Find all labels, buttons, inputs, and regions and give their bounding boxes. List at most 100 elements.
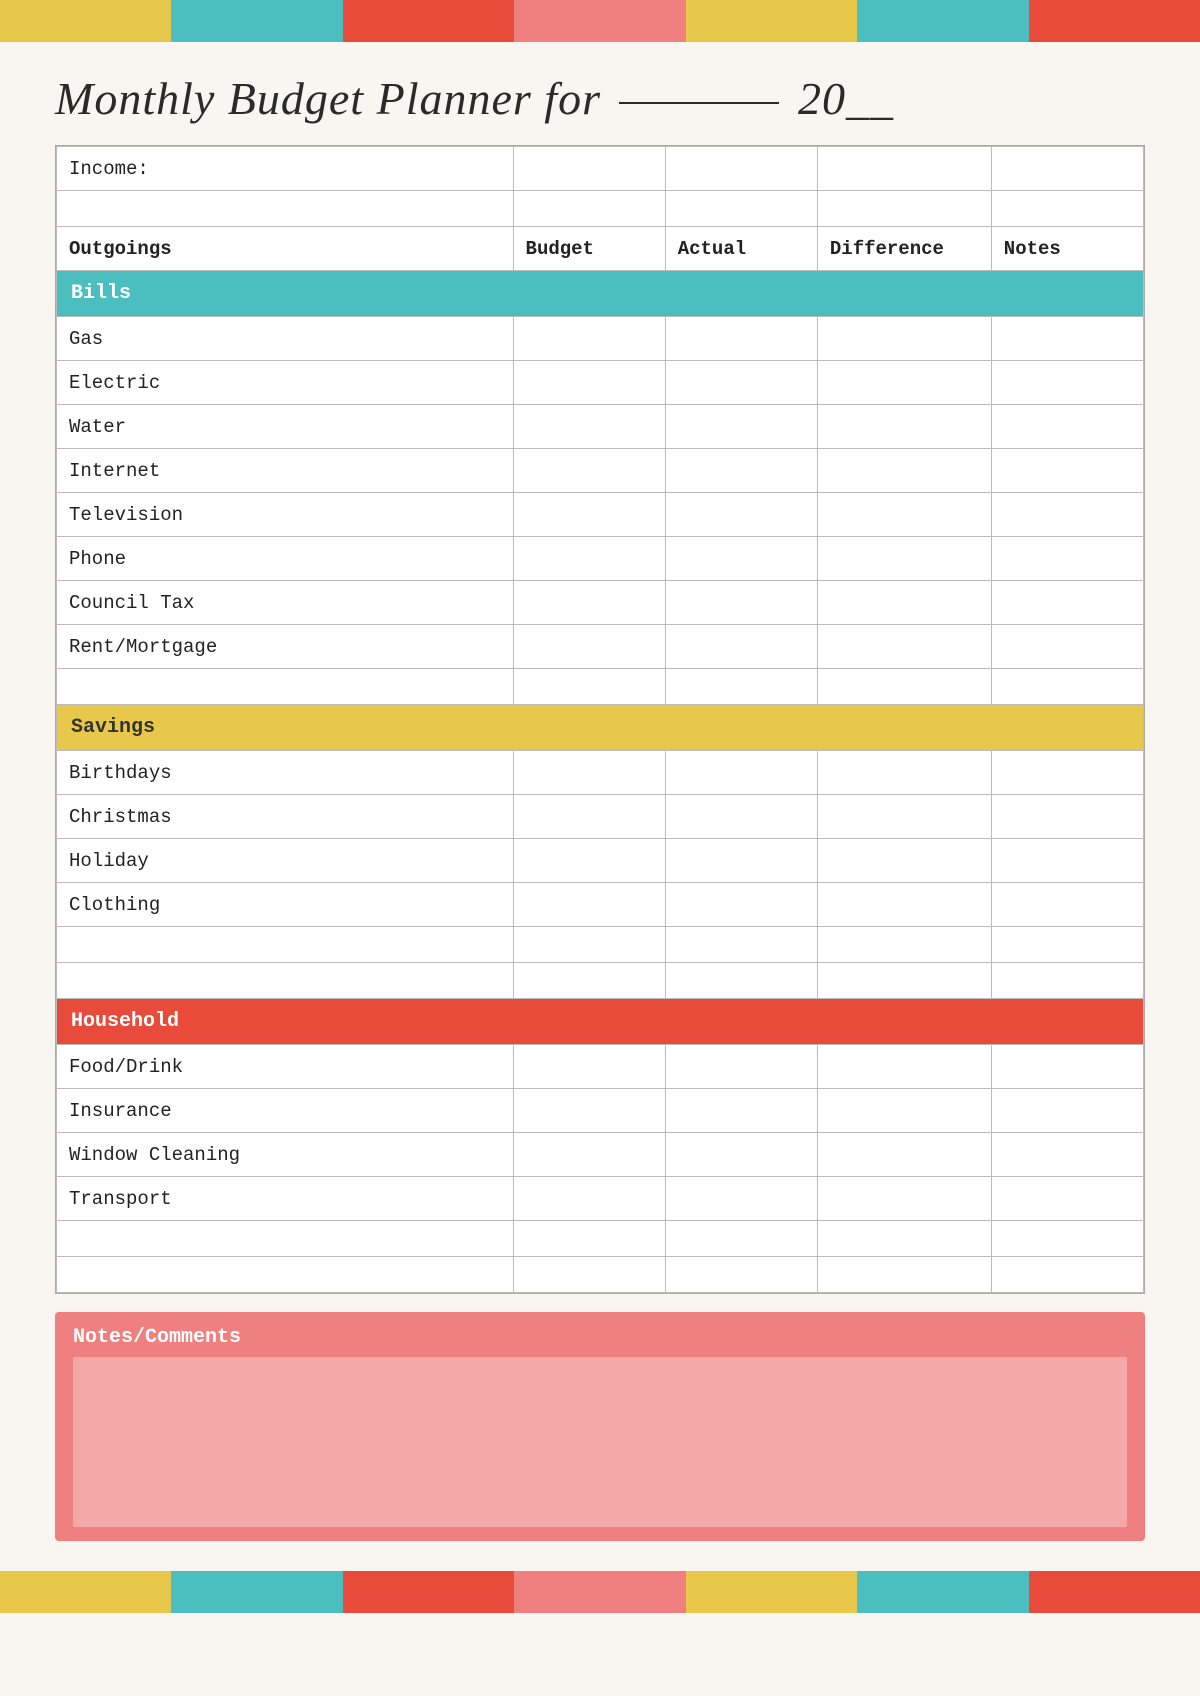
label-internet: Internet xyxy=(57,449,514,493)
transport-actual xyxy=(665,1177,817,1221)
holiday-budget xyxy=(513,839,665,883)
income-actual xyxy=(665,147,817,191)
food-diff xyxy=(817,1045,991,1089)
row-window-cleaning: Window Cleaning xyxy=(57,1133,1144,1177)
gas-diff xyxy=(817,317,991,361)
col-header-notes: Notes xyxy=(991,227,1143,271)
bottom-bar-block xyxy=(343,1571,514,1613)
row-holiday: Holiday xyxy=(57,839,1144,883)
gas-notes xyxy=(991,317,1143,361)
title-year: 20__ xyxy=(798,73,894,124)
label-food-drink: Food/Drink xyxy=(57,1045,514,1089)
birthdays-notes xyxy=(991,751,1143,795)
rent-diff xyxy=(817,625,991,669)
row-food-drink: Food/Drink xyxy=(57,1045,1144,1089)
holiday-actual xyxy=(665,839,817,883)
row-gas: Gas xyxy=(57,317,1144,361)
notes-section: Notes/Comments xyxy=(55,1312,1145,1541)
top-bar-block xyxy=(343,0,514,42)
tv-notes xyxy=(991,493,1143,537)
electric-notes xyxy=(991,361,1143,405)
top-bar-block xyxy=(686,0,857,42)
row-television: Television xyxy=(57,493,1144,537)
clothing-notes xyxy=(991,883,1143,927)
transport-diff xyxy=(817,1177,991,1221)
electric-actual xyxy=(665,361,817,405)
income-label: Income: xyxy=(57,147,514,191)
bills-label: Bills xyxy=(57,271,1144,317)
council-tax-budget xyxy=(513,581,665,625)
water-budget xyxy=(513,405,665,449)
title-area: Monthly Budget Planner for 20__ xyxy=(0,42,1200,145)
holiday-diff xyxy=(817,839,991,883)
label-transport: Transport xyxy=(57,1177,514,1221)
phone-notes xyxy=(991,537,1143,581)
bottom-color-bar xyxy=(0,1571,1200,1613)
bottom-bar-block xyxy=(514,1571,685,1613)
empty-row-3 xyxy=(57,927,1144,963)
food-budget xyxy=(513,1045,665,1089)
christmas-diff xyxy=(817,795,991,839)
window-diff xyxy=(817,1133,991,1177)
title-line xyxy=(619,102,779,104)
water-diff xyxy=(817,405,991,449)
insurance-diff xyxy=(817,1089,991,1133)
birthdays-actual xyxy=(665,751,817,795)
label-water: Water xyxy=(57,405,514,449)
household-label: Household xyxy=(57,999,1144,1045)
phone-diff xyxy=(817,537,991,581)
rent-notes xyxy=(991,625,1143,669)
birthdays-budget xyxy=(513,751,665,795)
section-savings: Savings xyxy=(57,705,1144,751)
label-television: Television xyxy=(57,493,514,537)
empty-row-6 xyxy=(57,1257,1144,1293)
row-transport: Transport xyxy=(57,1177,1144,1221)
tv-actual xyxy=(665,493,817,537)
empty-row-1 xyxy=(57,191,1144,227)
tv-budget xyxy=(513,493,665,537)
income-notes xyxy=(991,147,1143,191)
gas-actual xyxy=(665,317,817,361)
col-header-budget: Budget xyxy=(513,227,665,271)
internet-notes xyxy=(991,449,1143,493)
christmas-notes xyxy=(991,795,1143,839)
column-headers: Outgoings Budget Actual Difference Notes xyxy=(57,227,1144,271)
council-tax-diff xyxy=(817,581,991,625)
insurance-actual xyxy=(665,1089,817,1133)
notes-content-area xyxy=(73,1357,1127,1527)
water-notes xyxy=(991,405,1143,449)
phone-budget xyxy=(513,537,665,581)
clothing-actual xyxy=(665,883,817,927)
label-window-cleaning: Window Cleaning xyxy=(57,1133,514,1177)
label-clothing: Clothing xyxy=(57,883,514,927)
col-header-difference: Difference xyxy=(817,227,991,271)
christmas-actual xyxy=(665,795,817,839)
top-bar-block xyxy=(857,0,1028,42)
food-notes xyxy=(991,1045,1143,1089)
transport-notes xyxy=(991,1177,1143,1221)
budget-table: Income: Outgoings Budget Actual Differen… xyxy=(56,146,1144,1293)
savings-label: Savings xyxy=(57,705,1144,751)
council-tax-actual xyxy=(665,581,817,625)
row-clothing: Clothing xyxy=(57,883,1144,927)
row-internet: Internet xyxy=(57,449,1144,493)
window-notes xyxy=(991,1133,1143,1177)
clothing-diff xyxy=(817,883,991,927)
bottom-bar-block xyxy=(1029,1571,1200,1613)
food-actual xyxy=(665,1045,817,1089)
transport-budget xyxy=(513,1177,665,1221)
christmas-budget xyxy=(513,795,665,839)
water-actual xyxy=(665,405,817,449)
page-title: Monthly Budget Planner for 20__ xyxy=(55,73,894,124)
holiday-notes xyxy=(991,839,1143,883)
top-bar-block xyxy=(0,0,171,42)
birthdays-diff xyxy=(817,751,991,795)
window-actual xyxy=(665,1133,817,1177)
empty-row-4 xyxy=(57,963,1144,999)
col-header-actual: Actual xyxy=(665,227,817,271)
rent-budget xyxy=(513,625,665,669)
top-bar-block xyxy=(514,0,685,42)
electric-budget xyxy=(513,361,665,405)
row-water: Water xyxy=(57,405,1144,449)
label-rent-mortgage: Rent/Mortgage xyxy=(57,625,514,669)
